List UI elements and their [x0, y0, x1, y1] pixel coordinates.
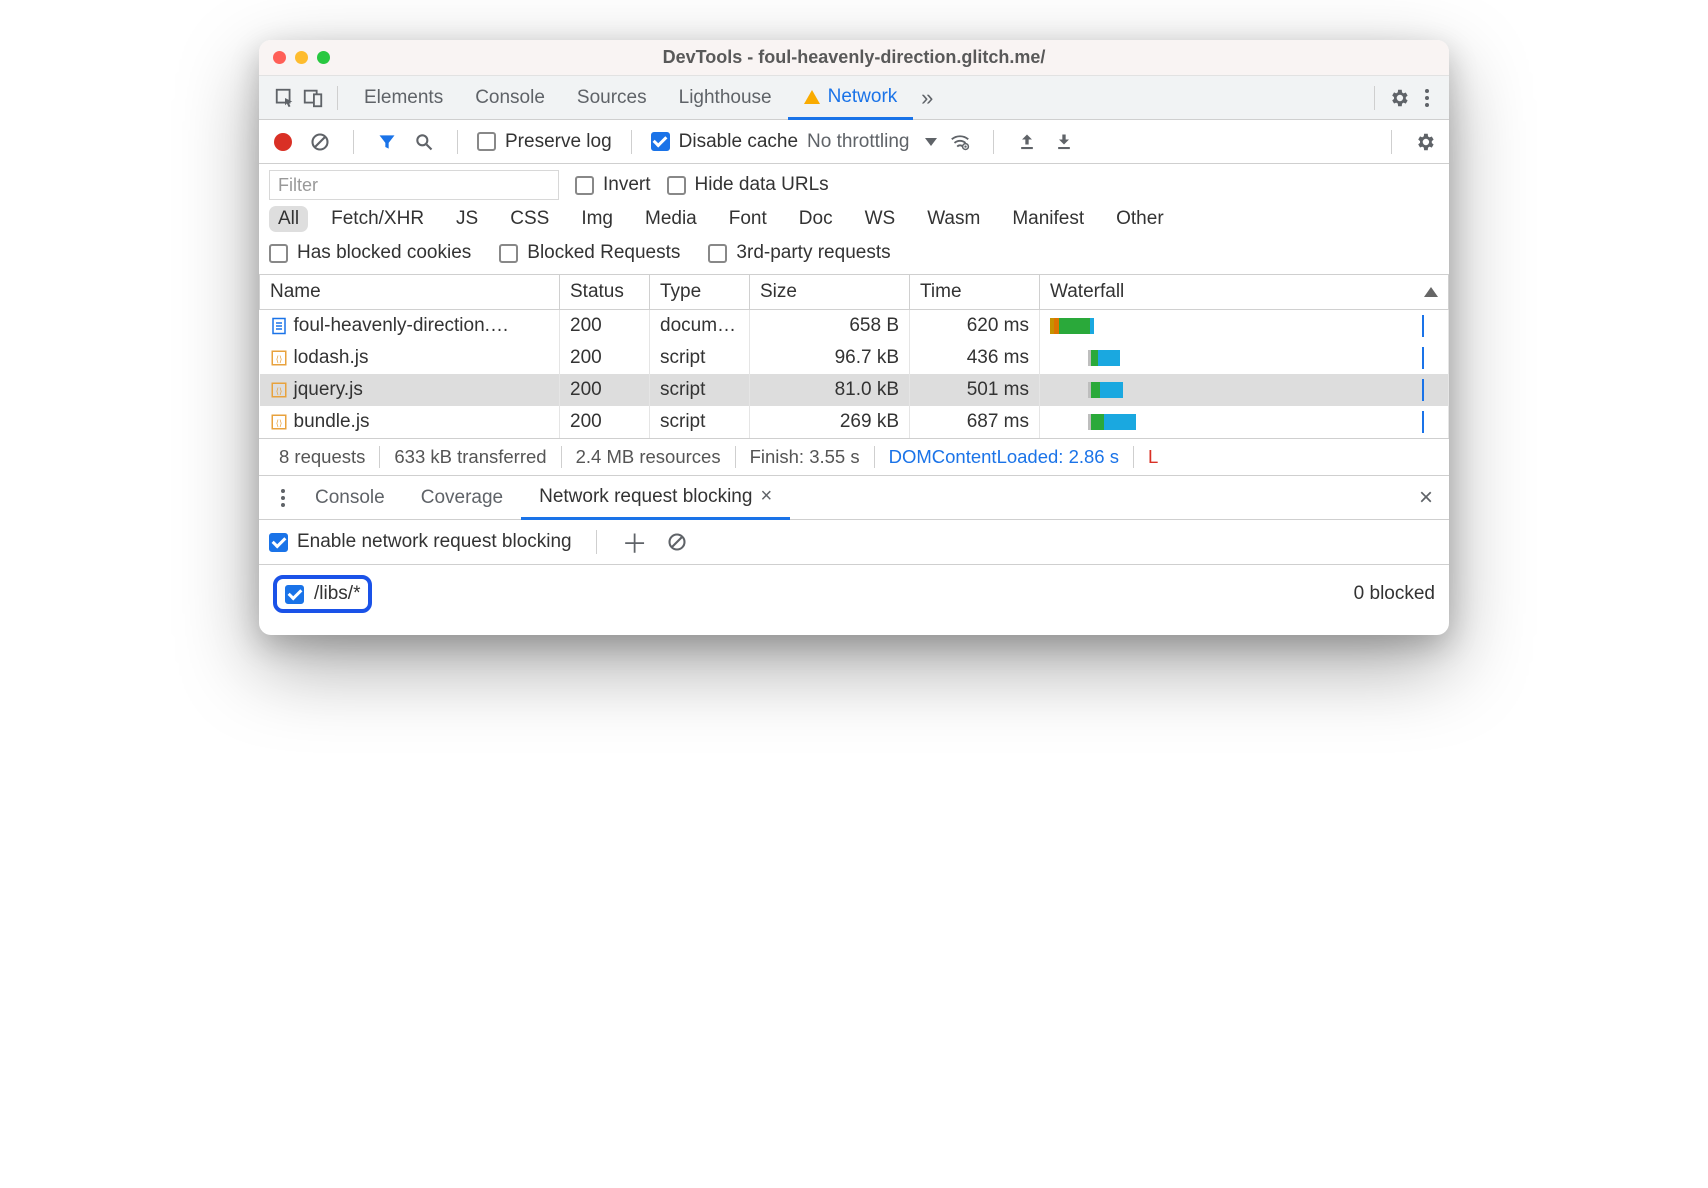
device-toolbar-icon[interactable] [299, 84, 327, 112]
network-summary: 8 requests 633 kB transferred 2.4 MB res… [259, 438, 1449, 476]
summary-requests: 8 requests [265, 446, 380, 468]
col-type[interactable]: Type [650, 275, 750, 310]
network-conditions-icon[interactable] [946, 128, 974, 156]
tab-lighthouse[interactable]: Lighthouse [663, 76, 788, 120]
chevron-down-icon [925, 138, 937, 146]
summary-load-truncated: L [1134, 446, 1158, 468]
type-filter-all[interactable]: All [269, 206, 308, 232]
type-filter-media[interactable]: Media [636, 206, 706, 232]
type-filter-js[interactable]: JS [447, 206, 487, 232]
col-time[interactable]: Time [910, 275, 1040, 310]
script-icon: ⟨⟩ [270, 348, 288, 368]
close-tab-icon[interactable]: × [760, 485, 772, 508]
settings-gear-icon[interactable] [1385, 84, 1413, 112]
add-pattern-icon[interactable]: ＋ [621, 528, 649, 556]
tab-network-label: Network [828, 86, 898, 108]
main-tabbar: Elements Console Sources Lighthouse Netw… [259, 76, 1449, 120]
more-tabs-icon[interactable]: » [913, 84, 941, 112]
blocking-pattern-row: /libs/* 0 blocked [259, 565, 1449, 635]
titlebar: DevTools - foul-heavenly-direction.glitc… [259, 40, 1449, 76]
type-filter-img[interactable]: Img [572, 206, 622, 232]
zoom-window-button[interactable] [317, 51, 330, 64]
svg-text:⟨⟩: ⟨⟩ [275, 419, 281, 428]
devtools-window: DevTools - foul-heavenly-direction.glitc… [259, 40, 1449, 635]
col-name[interactable]: Name [260, 275, 560, 310]
col-waterfall[interactable]: Waterfall [1040, 275, 1449, 310]
sort-ascending-icon [1424, 287, 1438, 297]
drawer-tabbar: Console Coverage Network request blockin… [259, 476, 1449, 520]
pattern-checkbox[interactable] [285, 585, 304, 604]
third-party-checkbox[interactable]: 3rd-party requests [708, 242, 890, 264]
col-status[interactable]: Status [560, 275, 650, 310]
document-icon [270, 316, 288, 336]
drawer-tab-console[interactable]: Console [297, 476, 403, 520]
table-row[interactable]: ⟨⟩jquery.js200script81.0 kB501 ms [260, 374, 1449, 406]
network-requests-table: Name Status Type Size Time Waterfall fou… [259, 275, 1449, 438]
summary-finish: Finish: 3.55 s [736, 446, 875, 468]
summary-transferred: 633 kB transferred [380, 446, 561, 468]
disable-cache-checkbox[interactable]: Disable cache [651, 131, 798, 153]
download-har-icon[interactable] [1050, 128, 1078, 156]
svg-text:⟨⟩: ⟨⟩ [275, 355, 281, 364]
tab-network[interactable]: Network [788, 76, 914, 120]
drawer-kebab-icon[interactable] [269, 484, 297, 512]
pattern-highlight: /libs/* [273, 575, 372, 613]
blocking-toolbar: Enable network request blocking ＋ [259, 520, 1449, 565]
script-icon: ⟨⟩ [270, 412, 288, 432]
drawer-tab-coverage[interactable]: Coverage [403, 476, 521, 520]
preserve-log-checkbox[interactable]: Preserve log [477, 131, 612, 153]
minimize-window-button[interactable] [295, 51, 308, 64]
close-window-button[interactable] [273, 51, 286, 64]
tab-elements[interactable]: Elements [348, 76, 459, 120]
warning-icon [804, 90, 820, 104]
drawer-tab-blocking[interactable]: Network request blocking × [521, 476, 790, 520]
type-filter-manifest[interactable]: Manifest [1003, 206, 1093, 232]
kebab-menu-icon[interactable] [1413, 84, 1441, 112]
svg-text:⟨⟩: ⟨⟩ [275, 387, 281, 396]
blocked-count: 0 blocked [1354, 583, 1435, 605]
network-settings-gear-icon[interactable] [1411, 128, 1439, 156]
type-filter-css[interactable]: CSS [501, 206, 558, 232]
pattern-text[interactable]: /libs/* [314, 583, 360, 605]
table-row[interactable]: ⟨⟩lodash.js200script96.7 kB436 ms [260, 342, 1449, 374]
throttling-select[interactable]: No throttling [807, 131, 937, 153]
tab-console[interactable]: Console [459, 76, 561, 120]
filter-funnel-icon[interactable] [373, 128, 401, 156]
traffic-lights [259, 51, 330, 64]
table-row[interactable]: ⟨⟩bundle.js200script269 kB687 ms [260, 406, 1449, 438]
search-icon[interactable] [410, 128, 438, 156]
inspect-element-icon[interactable] [271, 84, 299, 112]
summary-domcontentloaded: DOMContentLoaded: 2.86 s [875, 446, 1134, 468]
has-blocked-cookies-checkbox[interactable]: Has blocked cookies [269, 242, 471, 264]
invert-checkbox[interactable]: Invert [575, 174, 651, 196]
resource-type-filters: All Fetch/XHR JS CSS Img Media Font Doc WS Wasm Ma… [259, 204, 1449, 238]
enable-blocking-checkbox[interactable]: Enable network request blocking [269, 531, 572, 553]
tab-sources[interactable]: Sources [561, 76, 663, 120]
script-icon: ⟨⟩ [270, 380, 288, 400]
col-size[interactable]: Size [750, 275, 910, 310]
type-filter-font[interactable]: Font [720, 206, 776, 232]
type-filter-wasm[interactable]: Wasm [918, 206, 989, 232]
table-row[interactable]: foul-heavenly-direction.…200docum…658 B6… [260, 310, 1449, 343]
blocked-requests-checkbox[interactable]: Blocked Requests [499, 242, 680, 264]
clear-icon[interactable] [306, 128, 334, 156]
filter-row: Invert Hide data URLs [259, 164, 1449, 204]
remove-all-patterns-icon[interactable] [663, 528, 691, 556]
close-drawer-icon[interactable]: × [1419, 484, 1433, 512]
type-filter-other[interactable]: Other [1107, 206, 1173, 232]
type-filter-ws[interactable]: WS [856, 206, 905, 232]
hide-data-urls-checkbox[interactable]: Hide data URLs [667, 174, 829, 196]
filter-input[interactable] [269, 170, 559, 200]
record-icon[interactable] [269, 128, 297, 156]
type-filter-fetch-xhr[interactable]: Fetch/XHR [322, 206, 433, 232]
additional-filters-row: Has blocked cookies Blocked Requests 3rd… [259, 238, 1449, 275]
summary-resources: 2.4 MB resources [562, 446, 736, 468]
upload-har-icon[interactable] [1013, 128, 1041, 156]
type-filter-doc[interactable]: Doc [790, 206, 842, 232]
network-toolbar: Preserve log Disable cache No throttling [259, 120, 1449, 164]
window-title: DevTools - foul-heavenly-direction.glitc… [259, 47, 1449, 68]
